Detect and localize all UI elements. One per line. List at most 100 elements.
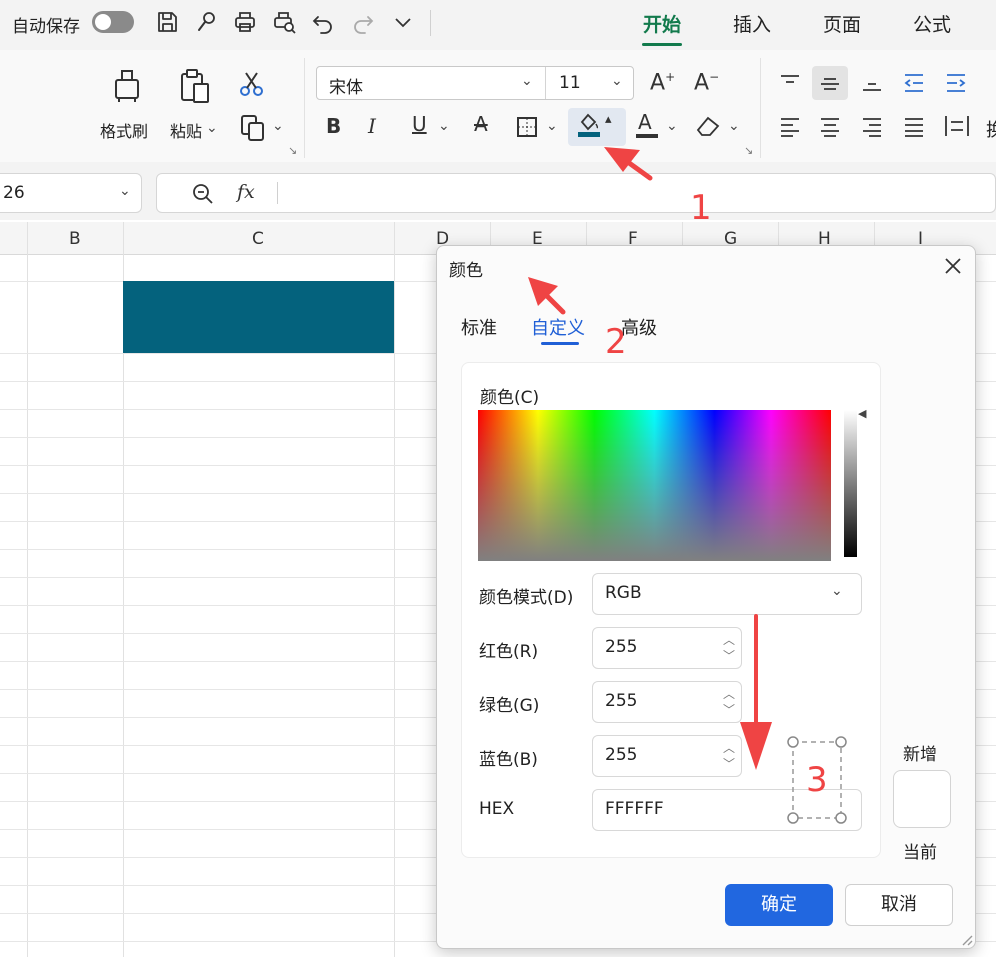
- spin-down-icon[interactable]: ﹀: [723, 704, 735, 716]
- underline-icon[interactable]: U: [412, 112, 427, 136]
- grid-line: [682, 222, 683, 245]
- font-select[interactable]: 宋体 ⌄ 11 ⌄: [316, 66, 634, 100]
- luminance-slider[interactable]: [844, 410, 857, 557]
- chevron-down-icon[interactable]: ⌄: [438, 118, 450, 134]
- truncated-ribbon-item[interactable]: 换: [986, 116, 996, 142]
- spin-down-icon[interactable]: ﹀: [723, 650, 735, 662]
- color-mode-value: RGB: [605, 583, 642, 603]
- decrease-font-icon[interactable]: A−: [694, 70, 719, 95]
- fill-bucket-icon: [578, 113, 600, 137]
- divider: [277, 182, 278, 204]
- cancel-button[interactable]: 取消: [845, 884, 953, 926]
- new-color-label: 新增: [903, 745, 937, 765]
- current-color-label: 当前: [903, 843, 937, 863]
- spin-up-icon[interactable]: ︿: [723, 634, 735, 646]
- color-dialog: 颜色 标准 自定义 高级 颜色(C) ◀ 颜色模式(D) RGB ⌄ 红色(R)…: [436, 245, 976, 949]
- align-top-icon[interactable]: [778, 72, 802, 94]
- green-value: 255: [605, 691, 638, 711]
- font-size[interactable]: 11: [559, 73, 581, 93]
- chevron-down-icon[interactable]: ⌄: [611, 73, 623, 89]
- dialog-launcher-icon[interactable]: ↘: [288, 144, 297, 157]
- italic-icon[interactable]: I: [368, 114, 376, 138]
- chevron-down-icon[interactable]: ⌄: [521, 73, 533, 89]
- spin-up-icon[interactable]: ︿: [723, 742, 735, 754]
- filled-cell-c[interactable]: [123, 281, 394, 353]
- divider: [430, 10, 431, 36]
- column-header-c[interactable]: C: [252, 229, 264, 249]
- eraser-icon[interactable]: [694, 114, 722, 138]
- brush-icon[interactable]: [194, 9, 220, 35]
- chevron-down-icon[interactable]: ⌄: [272, 118, 284, 134]
- close-icon[interactable]: [941, 254, 965, 278]
- format-painter-label[interactable]: 格式刷: [100, 118, 148, 142]
- copy-icon[interactable]: [240, 114, 266, 142]
- align-left-icon[interactable]: [778, 116, 802, 138]
- annotation-step-3: 3: [806, 760, 828, 800]
- border-icon[interactable]: [516, 116, 538, 138]
- name-box[interactable]: 26 ⌄: [0, 173, 142, 213]
- tab-formula[interactable]: 公式: [913, 10, 951, 37]
- tab-custom[interactable]: 自定义: [531, 314, 585, 340]
- zoom-formula-icon[interactable]: [191, 182, 215, 206]
- fill-color-bar: [578, 132, 600, 137]
- cut-icon[interactable]: [238, 70, 266, 98]
- divider: [304, 58, 305, 158]
- paste-label[interactable]: 粘贴: [170, 118, 202, 142]
- save-icon[interactable]: [154, 9, 180, 35]
- print-preview-icon[interactable]: [272, 9, 298, 35]
- undo-icon[interactable]: [310, 9, 336, 35]
- grid-line: [394, 222, 395, 957]
- autosave-label: 自动保存: [12, 17, 80, 37]
- spin-down-icon[interactable]: ﹀: [723, 758, 735, 770]
- tab-standard[interactable]: 标准: [461, 314, 497, 340]
- resize-grip-icon[interactable]: [959, 932, 973, 946]
- toggle-knob: [95, 14, 111, 30]
- chevron-down-icon[interactable]: ⌄: [206, 120, 218, 136]
- paste-icon[interactable]: [178, 68, 214, 106]
- grid-line: [586, 222, 587, 245]
- increase-indent-icon[interactable]: [944, 72, 968, 94]
- more-chevron-icon[interactable]: [390, 9, 416, 35]
- name-box-value: 26: [3, 183, 25, 203]
- divider: [760, 58, 761, 158]
- blue-input[interactable]: 255 ︿ ﹀: [592, 735, 742, 777]
- align-bottom-icon[interactable]: [860, 72, 884, 94]
- dialog-launcher-icon[interactable]: ↘: [744, 144, 753, 157]
- decrease-indent-icon[interactable]: [902, 72, 926, 94]
- font-name: 宋体: [329, 78, 363, 98]
- align-center-icon[interactable]: [818, 116, 842, 138]
- print-icon[interactable]: [232, 9, 258, 35]
- spin-up-icon[interactable]: ︿: [723, 688, 735, 700]
- chevron-up-icon[interactable]: ▴: [605, 112, 612, 127]
- mode-label: 颜色模式(D): [479, 588, 574, 608]
- tab-home[interactable]: 开始: [643, 10, 681, 37]
- tab-insert[interactable]: 插入: [733, 10, 771, 37]
- justify-icon[interactable]: [902, 116, 926, 138]
- chevron-down-icon[interactable]: ⌄: [546, 118, 558, 134]
- increase-font-icon[interactable]: A+: [650, 70, 675, 95]
- green-input[interactable]: 255 ︿ ﹀: [592, 681, 742, 723]
- distributed-icon[interactable]: [944, 114, 970, 138]
- fx-icon[interactable]: fx: [237, 181, 255, 203]
- column-header-b[interactable]: B: [69, 229, 81, 249]
- formula-input[interactable]: fx: [156, 173, 996, 213]
- red-input[interactable]: 255 ︿ ﹀: [592, 627, 742, 669]
- font-color-icon[interactable]: A: [638, 110, 652, 134]
- hex-value: FFFFFF: [605, 799, 664, 819]
- bold-icon[interactable]: B: [326, 114, 341, 138]
- chevron-down-icon[interactable]: ⌄: [666, 118, 678, 134]
- grid-line: [490, 222, 491, 245]
- dialog-title: 颜色: [449, 261, 483, 281]
- color-mode-select[interactable]: RGB ⌄: [592, 573, 862, 615]
- redo-icon[interactable]: [350, 9, 376, 35]
- format-painter-icon[interactable]: [110, 68, 144, 106]
- chevron-down-icon[interactable]: ⌄: [119, 183, 131, 199]
- chevron-down-icon[interactable]: ⌄: [728, 118, 740, 134]
- strikethrough-icon[interactable]: A: [474, 112, 488, 136]
- tab-page[interactable]: 页面: [823, 10, 861, 37]
- color-spectrum[interactable]: [478, 410, 831, 561]
- luminance-pointer-icon[interactable]: ◀: [858, 407, 866, 420]
- ok-button[interactable]: 确定: [725, 884, 833, 926]
- align-right-icon[interactable]: [860, 116, 884, 138]
- autosave-toggle[interactable]: [92, 11, 134, 33]
